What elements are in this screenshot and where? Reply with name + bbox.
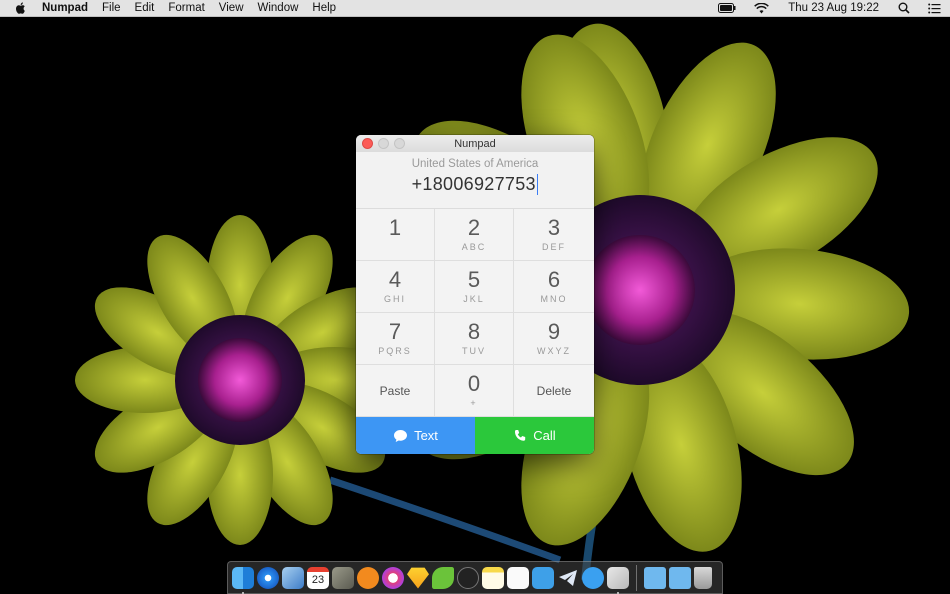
key-4[interactable]: 4 GHI: [356, 261, 435, 313]
applications-folder-icon[interactable]: [644, 566, 666, 589]
close-window-button[interactable]: [362, 138, 373, 149]
menu-help[interactable]: Help: [305, 0, 343, 17]
paste-button[interactable]: Paste: [356, 365, 435, 417]
itunes-icon[interactable]: [382, 566, 404, 589]
key-digit: 9: [547, 319, 561, 344]
books-icon[interactable]: [357, 566, 379, 589]
key-letters: ABC: [461, 242, 487, 252]
key-5[interactable]: 5 JKL: [435, 261, 514, 313]
reminders-icon[interactable]: [507, 566, 529, 589]
country-label[interactable]: United States of America: [356, 152, 594, 173]
speech-bubble-icon: [394, 429, 408, 442]
paste-label: Paste: [379, 383, 411, 398]
notification-center-icon[interactable]: [928, 3, 941, 14]
screenshots-folder-icon[interactable]: [669, 566, 691, 589]
safari-icon[interactable]: [257, 566, 279, 589]
bbedit-icon[interactable]: [457, 566, 479, 589]
text-button-label: Text: [414, 428, 438, 443]
key-letters: TUV: [462, 346, 486, 356]
app-menu[interactable]: Numpad: [40, 0, 95, 17]
menu-view[interactable]: View: [212, 0, 251, 17]
numpad-window: Numpad United States of America +1800692…: [356, 135, 594, 454]
key-letters: WXYZ: [537, 346, 571, 356]
key-letters: GHI: [383, 294, 406, 304]
key-1[interactable]: 1: [356, 209, 435, 261]
key-digit: 2: [467, 215, 481, 240]
key-6[interactable]: 6 MNO: [514, 261, 594, 313]
preview-icon[interactable]: [282, 566, 304, 589]
phone-number-field[interactable]: +18006927753: [412, 174, 536, 195]
key-digit: 0: [467, 371, 481, 396]
menu-clock[interactable]: Thu 23 Aug 19:22: [778, 2, 889, 14]
key-digit: 8: [467, 319, 481, 344]
trash-icon[interactable]: [694, 566, 712, 589]
numpad-icon[interactable]: [607, 566, 629, 594]
dock-separator: [636, 564, 637, 591]
evernote-icon[interactable]: [432, 566, 454, 589]
key-0[interactable]: 0 +: [435, 365, 514, 417]
text-caret: [536, 173, 539, 195]
keychain-icon[interactable]: [332, 566, 354, 589]
window-titlebar[interactable]: Numpad: [356, 135, 594, 152]
key-digit: 7: [388, 319, 402, 344]
key-digit: 3: [547, 215, 561, 240]
spotlight-search-icon[interactable]: [898, 2, 910, 14]
phone-icon: [515, 429, 526, 441]
key-letters: MNO: [540, 294, 568, 304]
battery-icon[interactable]: [718, 3, 736, 13]
finder-icon[interactable]: [232, 566, 254, 594]
key-7[interactable]: 7 PQRS: [356, 313, 435, 365]
menu-file[interactable]: File: [95, 0, 128, 17]
notes-icon[interactable]: [482, 566, 504, 589]
call-button-label: Call: [533, 428, 556, 443]
tweetbot-icon[interactable]: [532, 566, 554, 589]
key-letters: PQRS: [378, 346, 412, 356]
telegram-icon[interactable]: [557, 567, 579, 589]
menu-format[interactable]: Format: [161, 0, 211, 17]
apple-menu-icon[interactable]: [14, 1, 28, 15]
key-9[interactable]: 9 WXYZ: [514, 313, 594, 365]
key-digit: 1: [388, 215, 402, 240]
key-digit: 5: [467, 267, 481, 292]
keypad: 1 2 ABC 3 DEF 4 GHI 5 JKL 6 MNO 7 PQRS 8: [356, 209, 594, 417]
dock: 23: [227, 561, 723, 594]
key-digit: 6: [547, 267, 561, 292]
menu-bar: Numpad File Edit Format View Window Help…: [0, 0, 950, 17]
sketch-icon[interactable]: [407, 567, 429, 589]
text-button[interactable]: Text: [356, 417, 475, 454]
window-title: Numpad: [454, 137, 496, 150]
key-3[interactable]: 3 DEF: [514, 209, 594, 261]
calendar-day: 23: [311, 574, 325, 586]
call-button[interactable]: Call: [475, 417, 594, 454]
wifi-icon[interactable]: [754, 2, 770, 14]
menu-edit[interactable]: Edit: [128, 0, 162, 17]
delete-label: Delete: [536, 383, 572, 398]
key-8[interactable]: 8 TUV: [435, 313, 514, 365]
minimize-window-button[interactable]: [378, 138, 389, 149]
key-letters: JKL: [463, 294, 485, 304]
menu-window[interactable]: Window: [251, 0, 306, 17]
action-bar: Text Call: [356, 417, 594, 454]
number-display: United States of America +18006927753: [356, 152, 594, 209]
messages-icon[interactable]: [582, 566, 604, 589]
key-digit: 4: [388, 267, 402, 292]
calendar-icon[interactable]: 23: [307, 566, 329, 589]
key-letters: DEF: [542, 242, 566, 252]
key-letters: +: [470, 398, 478, 408]
zoom-window-button[interactable]: [394, 138, 405, 149]
delete-button[interactable]: Delete: [514, 365, 594, 417]
key-2[interactable]: 2 ABC: [435, 209, 514, 261]
